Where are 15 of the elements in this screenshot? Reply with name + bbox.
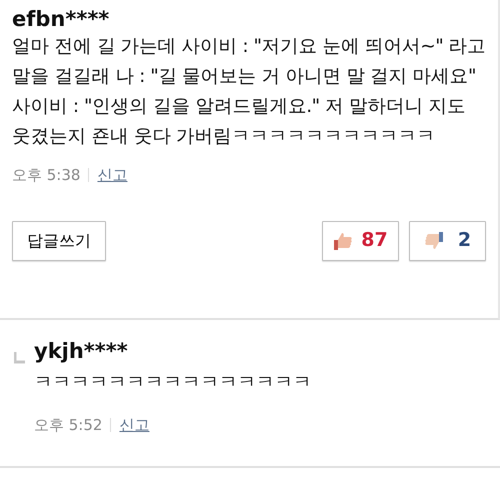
reply-author: ykjh**** — [34, 338, 129, 364]
reply-text: ㅋㅋㅋㅋㅋㅋㅋㅋㅋㅋㅋㅋㅋㅋㅋ — [34, 371, 312, 395]
reply-button[interactable]: 답글쓰기 — [12, 220, 106, 260]
comment-time: 오후 5:52 — [34, 415, 102, 436]
report-link[interactable]: 신고 — [97, 164, 128, 186]
report-link[interactable]: 신고 — [119, 414, 150, 436]
like-count: 87 — [361, 228, 388, 254]
comment-time: 오후 5:38 — [12, 165, 80, 186]
thumbs-up-icon — [333, 230, 354, 250]
comment-text: 얼마 전에 길 가는데 사이비 : "저기요 눈에 띄어서~" 라고 말을 걸길래 나 : "길 물어보는 거 아니면 말 걸지 마세요" 사이비 : "인생의 길을 알려드릴게요." 저 말하더니 지도 웃겼는지 죤내 웃다 가버림ㅋㅋㅋㅋㅋㅋㅋㅋㅋㅋㅋ — [12, 35, 486, 149]
comment-author: efbn**** — [12, 6, 110, 32]
thumbs-down-icon — [424, 230, 444, 250]
dislike-count: 2 — [458, 228, 472, 254]
like-button[interactable]: 87 — [322, 220, 399, 260]
dislike-button[interactable]: 2 — [409, 220, 486, 260]
